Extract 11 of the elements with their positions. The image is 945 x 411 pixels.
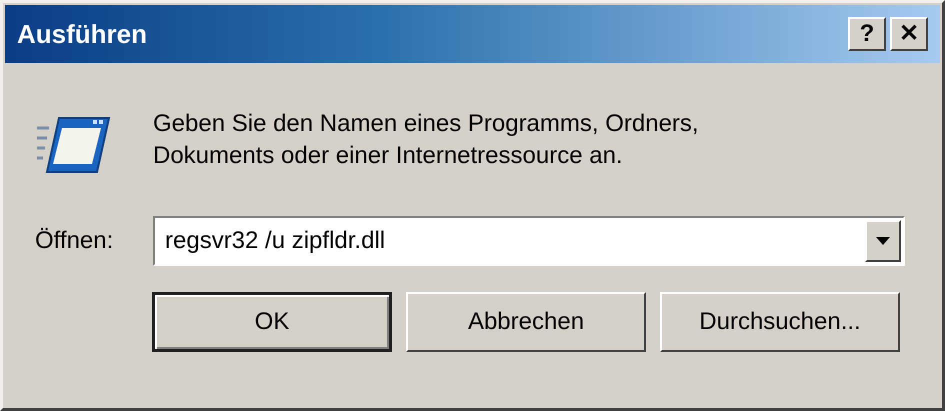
instruction-text: Geben Sie den Namen eines Programms, Ordners, Dokuments oder einer Internetressource an. <box>153 109 700 171</box>
caret-icon <box>876 237 890 245</box>
run-window-icon <box>35 114 113 176</box>
dropdown-button[interactable] <box>865 220 901 262</box>
title-bar-button[interactable]: ✕ <box>890 17 928 51</box>
title-bar-button[interactable]: ? <box>848 17 886 51</box>
window-title: Ausführen <box>17 18 147 50</box>
dialog-button[interactable]: OK <box>152 292 392 352</box>
open-label: Öffnen: <box>35 226 114 256</box>
dialog-button[interactable]: Abbrechen <box>406 292 646 352</box>
dialog-button[interactable]: Durchsuchen... <box>660 292 900 352</box>
